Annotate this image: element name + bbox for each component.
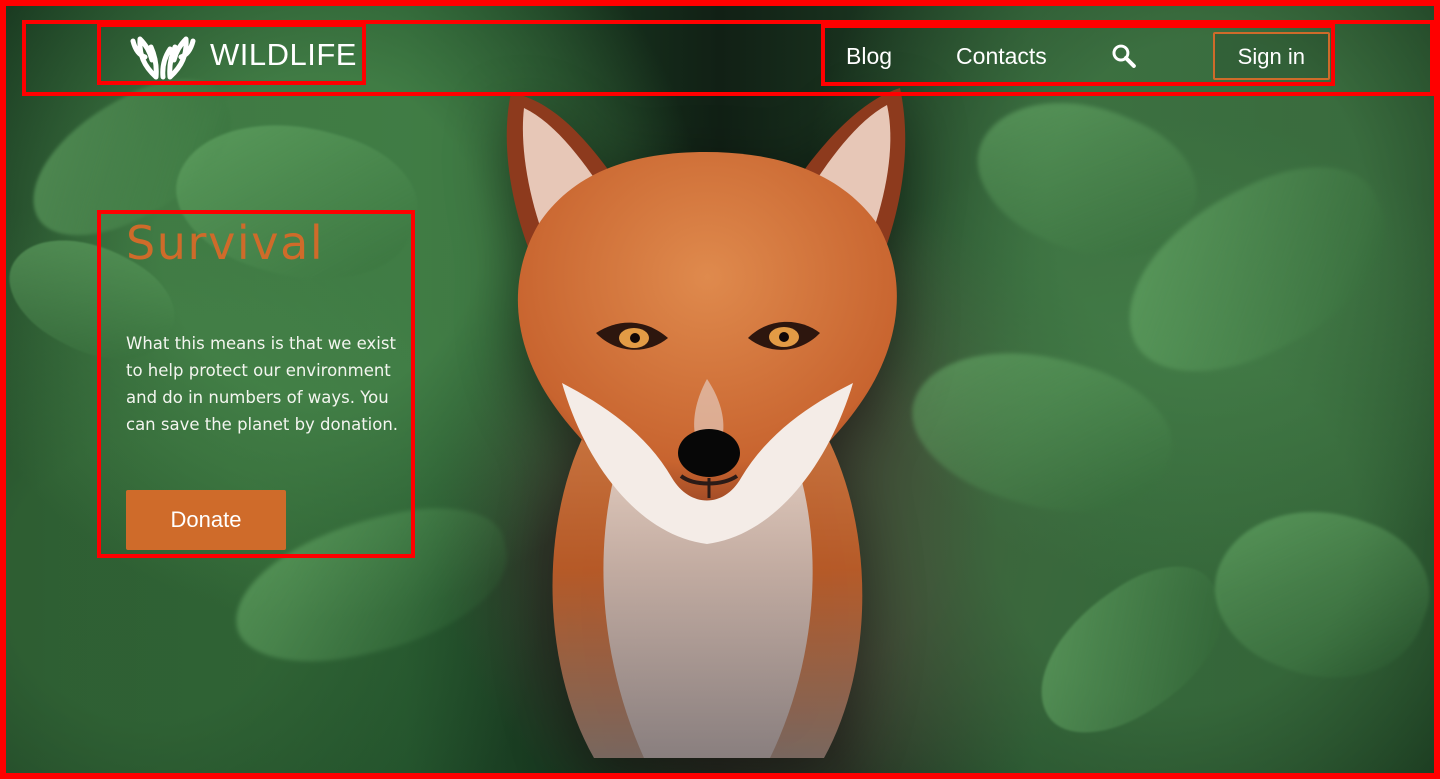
site-header: WILDLIFE Blog Contacts Sign in	[26, 24, 1430, 92]
hero-title: Survival	[126, 216, 325, 270]
logo-text: WILDLIFE	[210, 36, 357, 72]
logo[interactable]: WILDLIFE	[128, 28, 357, 80]
nav-contacts-link[interactable]: Contacts	[956, 44, 1047, 68]
search-icon[interactable]	[1111, 43, 1137, 69]
antlers-icon	[130, 36, 196, 80]
wildlife-page: WILDLIFE Blog Contacts Sign in Survival …	[0, 0, 1440, 779]
hero-content: Survival What this means is that we exis…	[126, 214, 411, 550]
fox-image	[506, 88, 906, 758]
nav-blog-link[interactable]: Blog	[846, 44, 892, 68]
sign-in-button[interactable]: Sign in	[1212, 32, 1330, 80]
donate-button[interactable]: Donate	[126, 490, 286, 550]
main-navigation: Blog Contacts Sign in	[846, 30, 1330, 82]
leaf-decoration	[1194, 480, 1434, 707]
hero-description: What this means is that we exist to help…	[126, 334, 399, 434]
